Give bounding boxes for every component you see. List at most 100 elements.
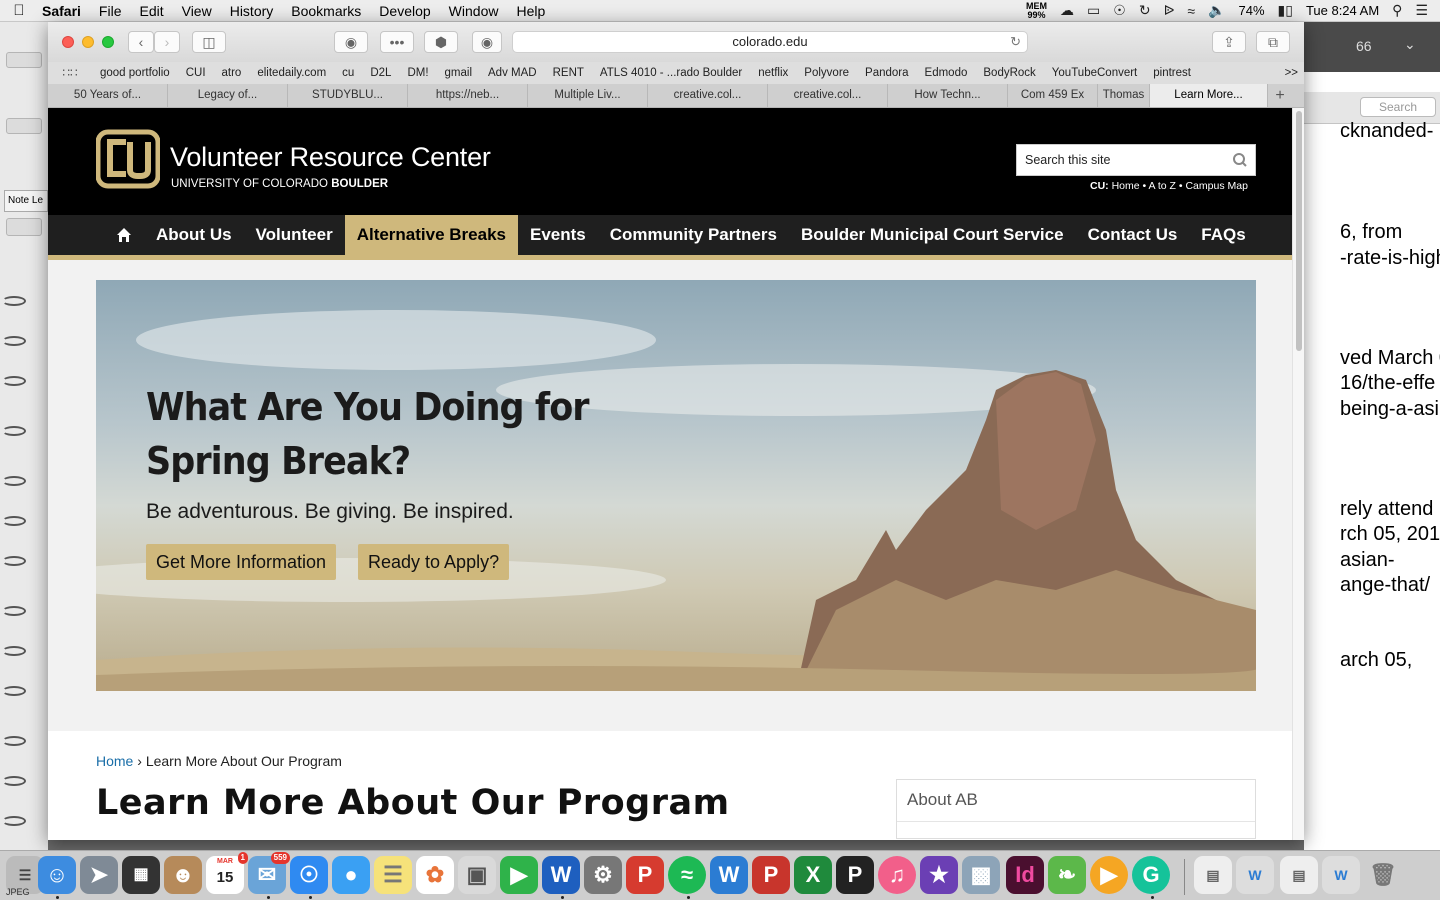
- favorite-link[interactable]: ATLS 4010 - ...rado Boulder: [592, 67, 750, 79]
- browser-tab[interactable]: STUDYBLU...: [288, 84, 408, 107]
- background-home-button[interactable]: [6, 118, 42, 134]
- browser-tab[interactable]: Com 459 Ex: [1008, 84, 1098, 107]
- nav-home-button[interactable]: [104, 215, 144, 255]
- background-format-button[interactable]: [6, 218, 42, 236]
- close-window-button[interactable]: [62, 36, 74, 48]
- menu-help[interactable]: Help: [507, 0, 554, 22]
- document-stack-icon[interactable]: ▤: [1194, 856, 1232, 894]
- zoom-window-button[interactable]: [102, 36, 114, 48]
- battery-percent[interactable]: 74%: [1238, 3, 1264, 18]
- bluetooth-icon[interactable]: ᐉ: [1164, 2, 1175, 19]
- mission-control-icon[interactable]: ▦: [122, 856, 160, 894]
- menu-bookmarks[interactable]: Bookmarks: [282, 0, 370, 22]
- nav-contact-us[interactable]: Contact Us: [1076, 215, 1190, 255]
- scrollbar-thumb[interactable]: [1296, 111, 1302, 351]
- favorite-link[interactable]: RENT: [545, 67, 592, 79]
- new-tab-plus-icon[interactable]: +: [1268, 84, 1292, 107]
- word-icon[interactable]: W: [542, 856, 580, 894]
- nav-community-partners[interactable]: Community Partners: [598, 215, 789, 255]
- battery-icon[interactable]: ▮▯: [1278, 2, 1293, 19]
- folder-stack-icon[interactable]: ▤: [1280, 856, 1318, 894]
- favorite-link[interactable]: BodyRock: [975, 67, 1043, 79]
- word-alt-icon[interactable]: W: [710, 856, 748, 894]
- time-machine-icon[interactable]: ↻: [1139, 2, 1151, 19]
- favorite-link[interactable]: atro: [214, 67, 250, 79]
- itunes-icon[interactable]: ♫: [878, 856, 916, 894]
- cu-quick-links[interactable]: CU: Home • A to Z • Campus Map: [1090, 180, 1248, 192]
- browser-tab[interactable]: creative.col...: [648, 84, 768, 107]
- indesign-icon[interactable]: Id: [1006, 856, 1044, 894]
- chevron-down-icon[interactable]: ⌄: [1404, 36, 1416, 53]
- pages-icon[interactable]: P: [836, 856, 874, 894]
- back-arrow-icon[interactable]: ‹: [128, 31, 154, 53]
- grammarly-icon[interactable]: G: [1132, 856, 1170, 894]
- favorite-link[interactable]: YouTubeConvert: [1044, 67, 1145, 79]
- background-note-tab[interactable]: Note Le: [4, 190, 48, 212]
- launchpad-icon[interactable]: ➤: [80, 856, 118, 894]
- address-bar[interactable]: colorado.edu ↻: [512, 31, 1028, 53]
- spotify-icon[interactable]: ≈: [668, 856, 706, 894]
- excel-icon[interactable]: X: [794, 856, 832, 894]
- imovie-icon[interactable]: ★: [920, 856, 958, 894]
- apple-menu-icon[interactable]: : [0, 2, 38, 19]
- nav-alternative-breaks[interactable]: Alternative Breaks: [344, 215, 518, 255]
- vlc-icon[interactable]: ▶: [1090, 856, 1128, 894]
- browser-tab[interactable]: Thomas: [1098, 84, 1150, 107]
- site-search-input[interactable]: Search this site: [1016, 144, 1256, 176]
- evernote-icon[interactable]: ❧: [1048, 856, 1086, 894]
- favorite-link[interactable]: cu: [334, 67, 362, 79]
- facetime-icon[interactable]: ▶: [500, 856, 538, 894]
- sidebar-item-about-ab[interactable]: About AB: [897, 780, 1255, 822]
- nav-about-us[interactable]: About Us: [144, 215, 244, 255]
- image-capture-icon[interactable]: ▩: [962, 856, 1000, 894]
- menu-file[interactable]: File: [90, 0, 131, 22]
- powerpoint-alt-icon[interactable]: P: [752, 856, 790, 894]
- system-preferences-icon[interactable]: ⚙: [584, 856, 622, 894]
- menu-app-name[interactable]: Safari: [38, 0, 90, 22]
- favorite-link[interactable]: D2L: [362, 67, 399, 79]
- ready-to-apply-button[interactable]: Ready to Apply?: [358, 544, 510, 580]
- spotlight-search-icon[interactable]: ⚲: [1392, 2, 1402, 19]
- favorite-link[interactable]: Edmodo: [917, 67, 976, 79]
- favorite-link[interactable]: pintrest: [1145, 67, 1199, 79]
- minimize-window-button[interactable]: [82, 36, 94, 48]
- page-scrollbar[interactable]: [1292, 108, 1304, 840]
- favorite-link[interactable]: DM!: [399, 67, 436, 79]
- messages-icon[interactable]: ●: [332, 856, 370, 894]
- mail-icon[interactable]: ✉ 559: [248, 852, 290, 894]
- get-more-information-button[interactable]: Get More Information: [146, 544, 337, 580]
- favorite-link[interactable]: netflix: [750, 67, 796, 79]
- calendar-icon[interactable]: MAR 15 1: [206, 852, 248, 894]
- favorite-link[interactable]: Polyvore: [796, 67, 857, 79]
- preview-icon[interactable]: ▣: [458, 856, 496, 894]
- menu-edit[interactable]: Edit: [130, 0, 172, 22]
- notes-icon[interactable]: ☰: [374, 856, 412, 894]
- browser-tab[interactable]: Multiple Liv...: [528, 84, 648, 107]
- background-toolbar-button[interactable]: [6, 52, 42, 68]
- breadcrumb-home-link[interactable]: Home: [96, 753, 133, 769]
- nav-volunteer[interactable]: Volunteer: [244, 215, 345, 255]
- powerpoint-icon[interactable]: P: [626, 856, 664, 894]
- browser-tab[interactable]: 50 Years of...: [48, 84, 168, 107]
- trash-icon[interactable]: 🗑: [1364, 856, 1402, 894]
- grammarly-extension-icon[interactable]: ◉: [472, 31, 502, 53]
- safari-compass-icon[interactable]: ☉: [290, 856, 328, 894]
- share-icon[interactable]: ⇪: [1212, 31, 1246, 53]
- nav-municipal-court-service[interactable]: Boulder Municipal Court Service: [789, 215, 1076, 255]
- favorite-link[interactable]: elitedaily.com: [249, 67, 334, 79]
- accessibility-icon[interactable]: ☉: [1113, 2, 1126, 19]
- sidebar-toggle-icon[interactable]: ◫: [192, 31, 226, 53]
- clock[interactable]: Tue 8:24 AM: [1306, 3, 1379, 18]
- search-icon[interactable]: [1231, 145, 1249, 175]
- volume-icon[interactable]: 🔈: [1208, 2, 1225, 19]
- wifi-icon[interactable]: ≈: [1187, 3, 1195, 19]
- nav-faqs[interactable]: FAQs: [1189, 215, 1257, 255]
- menu-view[interactable]: View: [173, 0, 221, 22]
- reload-icon[interactable]: ↻: [1010, 32, 1021, 52]
- shield-extension-icon[interactable]: ◉: [334, 31, 368, 53]
- menu-develop[interactable]: Develop: [370, 0, 439, 22]
- menu-window[interactable]: Window: [440, 0, 508, 22]
- notification-center-icon[interactable]: ☰: [1415, 2, 1428, 19]
- cu-logo-icon[interactable]: [96, 128, 160, 190]
- nav-events[interactable]: Events: [518, 215, 598, 255]
